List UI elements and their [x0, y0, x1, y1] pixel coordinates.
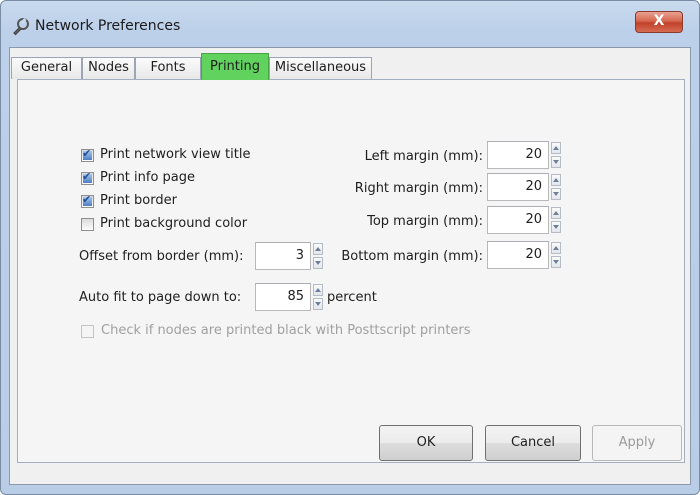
tab-label: Printing — [209, 59, 260, 74]
autofit-spinner: 85 — [255, 283, 323, 311]
tab-fonts[interactable]: Fonts — [135, 57, 201, 79]
tab-general[interactable]: General — [11, 57, 82, 79]
top-margin-label: Top margin (mm): — [367, 214, 483, 229]
postscript-checkbox[interactable] — [81, 325, 94, 338]
offset-input[interactable]: 3 — [255, 242, 311, 270]
top-margin-stepper — [551, 207, 561, 233]
title-bar[interactable]: Network Preferences X — [1, 1, 699, 45]
offset-up-arrow-icon[interactable] — [313, 243, 323, 255]
right-margin-label: Right margin (mm): — [354, 181, 483, 196]
bottom-margin-up-arrow-icon[interactable] — [551, 242, 561, 254]
apply-button[interactable]: Apply — [592, 425, 682, 461]
right-margin-up-arrow-icon[interactable] — [551, 174, 561, 186]
ok-button[interactable]: OK — [379, 425, 473, 461]
right-margin-down-arrow-icon[interactable] — [551, 188, 561, 200]
close-icon: X — [653, 13, 665, 29]
print-info-page-label: Print info page — [100, 170, 196, 185]
offset-label: Offset from border (mm): — [79, 249, 244, 264]
tab-nodes[interactable]: Nodes — [82, 57, 135, 79]
cancel-button[interactable]: Cancel — [485, 425, 581, 461]
tab-label: Miscellaneous — [274, 60, 367, 75]
offset-spinner: 3 — [255, 242, 323, 270]
wrench-icon — [13, 18, 29, 36]
top-margin-up-arrow-icon[interactable] — [551, 207, 561, 219]
autofit-input[interactable]: 85 — [255, 283, 311, 311]
postscript-label: Check if nodes are printed black with Po… — [101, 323, 471, 338]
bottom-margin-label: Bottom margin (mm): — [341, 249, 483, 264]
right-margin-stepper — [551, 174, 561, 200]
tab-label: General — [20, 60, 73, 75]
offset-stepper — [313, 243, 323, 269]
autofit-stepper — [313, 284, 323, 310]
bottom-margin-down-arrow-icon[interactable] — [551, 256, 561, 268]
right-margin-spinner: 20 — [487, 173, 561, 201]
top-margin-spinner: 20 — [487, 206, 561, 234]
bottom-margin-input[interactable]: 20 — [487, 241, 549, 269]
autofit-label: Auto fit to page down to: — [79, 290, 242, 305]
bottom-margin-spinner: 20 — [487, 241, 561, 269]
print-info-page-checkbox[interactable] — [81, 170, 94, 185]
print-title-checkbox[interactable] — [81, 147, 94, 162]
window-title: Network Preferences — [35, 18, 181, 34]
tab-miscellaneous[interactable]: Miscellaneous — [269, 57, 372, 79]
bottom-margin-stepper — [551, 242, 561, 268]
tab-label: Nodes — [88, 60, 129, 75]
close-button[interactable]: X — [635, 11, 683, 33]
print-border-label: Print border — [100, 193, 177, 208]
tab-label: Fonts — [150, 60, 186, 75]
left-margin-stepper — [551, 142, 561, 168]
autofit-unit: percent — [327, 290, 377, 305]
left-margin-down-arrow-icon[interactable] — [551, 156, 561, 168]
tab-printing[interactable]: Printing — [201, 53, 269, 80]
print-background-label: Print background color — [100, 216, 248, 231]
top-margin-down-arrow-icon[interactable] — [551, 221, 561, 233]
left-margin-up-arrow-icon[interactable] — [551, 142, 561, 154]
top-margin-input[interactable]: 20 — [487, 206, 549, 234]
autofit-up-arrow-icon[interactable] — [313, 284, 323, 296]
left-margin-input[interactable]: 20 — [487, 141, 549, 169]
right-margin-input[interactable]: 20 — [487, 173, 549, 201]
autofit-down-arrow-icon[interactable] — [313, 298, 323, 310]
print-border-checkbox[interactable] — [81, 193, 94, 208]
network-preferences-window: Network Preferences X General Nodes Font… — [0, 0, 700, 495]
printing-panel — [17, 79, 685, 463]
left-margin-spinner: 20 — [487, 141, 561, 169]
print-background-checkbox[interactable] — [81, 218, 94, 231]
offset-down-arrow-icon[interactable] — [313, 257, 323, 269]
left-margin-label: Left margin (mm): — [364, 149, 483, 164]
print-title-label: Print network view title — [100, 147, 251, 162]
